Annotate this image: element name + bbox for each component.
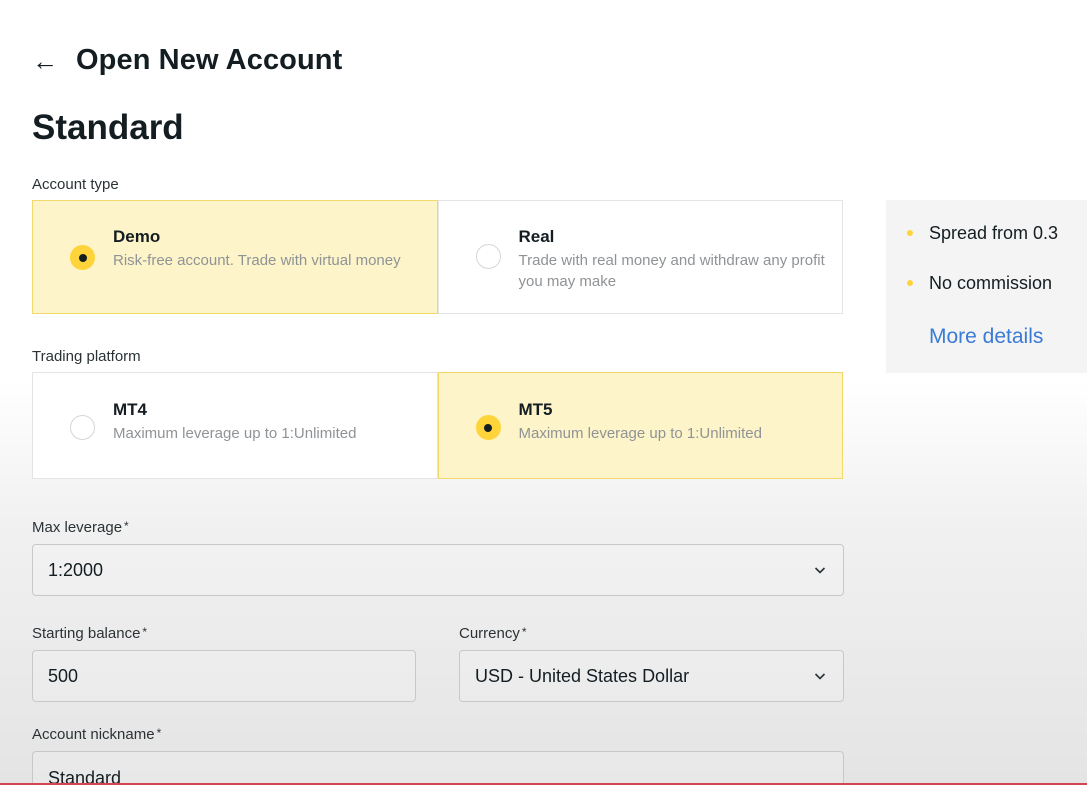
starting-balance-input[interactable]: 500: [32, 650, 416, 702]
feature-item: Spread from 0.3: [929, 223, 1059, 243]
required-mark: *: [156, 726, 162, 740]
max-leverage-label: Max leverage *: [32, 519, 129, 536]
field-label-text: Currency: [459, 625, 520, 642]
max-leverage-select[interactable]: 1:2000: [32, 544, 844, 596]
option-description: Risk-free account. Trade with virtual mo…: [113, 252, 401, 269]
account-features-panel: Spread from 0.3 No commission More detai…: [886, 200, 1087, 373]
option-title: Demo: [113, 227, 161, 246]
starting-balance-label: Starting balance *: [32, 625, 147, 642]
account-type-group: Demo Risk-free account. Trade with virtu…: [32, 200, 843, 314]
required-mark: *: [124, 519, 129, 533]
page-title: Open New Account: [76, 44, 343, 76]
chevron-down-icon: [814, 567, 826, 574]
plan-title: Standard: [32, 108, 184, 147]
option-description: Maximum leverage up to 1:Unlimited: [113, 425, 357, 442]
platform-option-mt4[interactable]: MT4 Maximum leverage up to 1:Unlimited: [32, 372, 438, 479]
required-mark: *: [521, 625, 527, 639]
trading-platform-label: Trading platform: [32, 348, 141, 365]
field-label-text: Account nickname: [32, 726, 155, 743]
radio-selected-icon[interactable]: [70, 245, 95, 270]
field-label-text: Starting balance: [32, 625, 141, 642]
currency-select[interactable]: USD - United States Dollar: [459, 650, 844, 702]
option-title: Real: [518, 227, 555, 246]
radio-empty-icon[interactable]: [70, 415, 95, 440]
radio-selected-icon[interactable]: [475, 415, 501, 440]
field-value: 1:2000: [48, 559, 104, 580]
account-nickname-input[interactable]: Standard: [32, 751, 844, 785]
field-label-text: Max leverage: [32, 519, 123, 536]
currency-label: Currency *: [459, 625, 527, 642]
page-header: ← Open New Account: [32, 44, 342, 77]
feature-item: No commission: [929, 273, 1053, 293]
required-mark: *: [142, 625, 148, 639]
account-type-option-real[interactable]: Real Trade with real money and withdraw …: [437, 200, 843, 314]
option-title: MT4: [113, 400, 147, 419]
bullet-dot-icon: [907, 230, 913, 236]
radio-empty-icon[interactable]: [475, 244, 501, 269]
field-value: 500: [48, 665, 79, 686]
more-details-link[interactable]: More details: [929, 325, 1043, 349]
account-nickname-label: Account nickname *: [32, 726, 161, 743]
platform-option-mt5[interactable]: MT5 Maximum leverage up to 1:Unlimited: [437, 372, 843, 479]
arrow-left-icon[interactable]: ←: [32, 48, 58, 74]
field-value: USD - United States Dollar: [475, 665, 690, 686]
account-type-option-demo[interactable]: Demo Risk-free account. Trade with virtu…: [32, 200, 438, 314]
option-title: MT5: [518, 400, 553, 419]
chevron-down-icon: [814, 673, 826, 680]
option-description: Trade with real money and withdraw any p…: [518, 252, 825, 290]
bullet-dot-icon: [907, 280, 913, 286]
account-type-label: Account type: [32, 176, 119, 193]
option-description: Maximum leverage up to 1:Unlimited: [518, 425, 762, 442]
trading-platform-group: MT4 Maximum leverage up to 1:Unlimited M…: [32, 372, 843, 479]
